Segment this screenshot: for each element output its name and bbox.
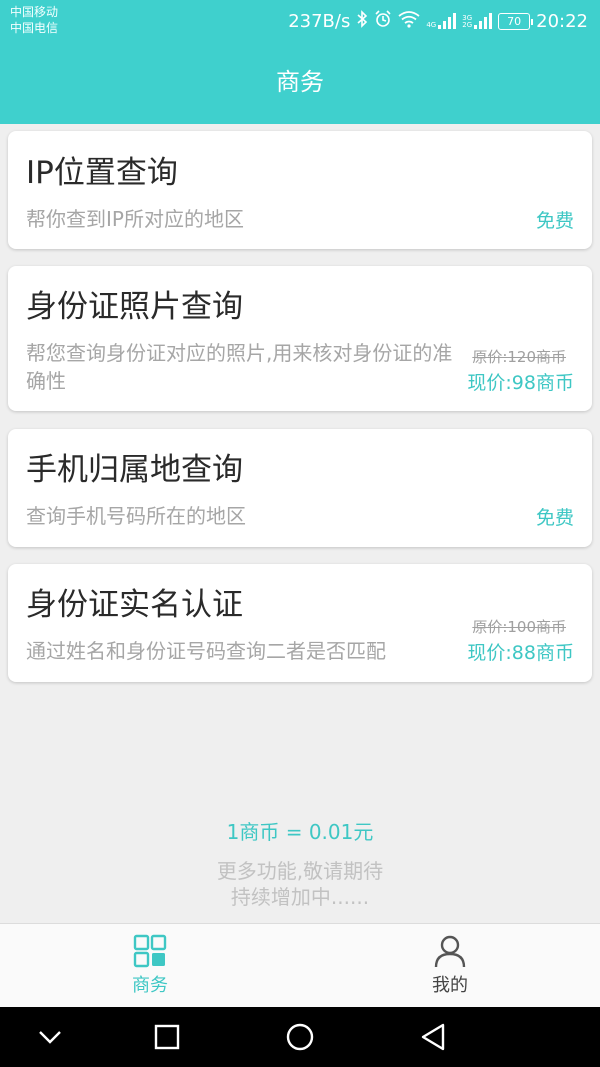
service-title: IP位置查询: [26, 155, 178, 191]
signal-4g-icon: 4G: [426, 13, 457, 29]
home-icon[interactable]: [284, 1021, 316, 1053]
service-card-id-verify[interactable]: 身份证实名认证 通过姓名和身份证号码查询二者是否匹配 原价:100商币 现价:8…: [8, 564, 592, 682]
service-price: 免费: [535, 210, 574, 232]
battery-icon: 70: [498, 12, 534, 30]
service-price: 免费: [535, 507, 574, 529]
grid-icon: [133, 934, 167, 968]
currency-rate: 1商币 = 0.01元: [226, 820, 374, 844]
service-original-price: 原价:120商币: [472, 348, 566, 366]
page-title: 商务: [276, 68, 324, 96]
system-nav-bar: [0, 1007, 600, 1067]
service-card-phone-location[interactable]: 手机归属地查询 查询手机号码所在的地区 免费: [8, 429, 592, 547]
service-card-id-photo[interactable]: 身份证照片查询 帮您查询身份证对应的照片,用来核对身份证的准确性 原价:120商…: [8, 266, 592, 411]
more-features-line-1: 更多功能,敬请期待: [216, 859, 384, 883]
service-price: 现价:98商币: [467, 372, 574, 394]
signal-3g-icon: 3G 2G: [462, 13, 493, 29]
service-title: 手机归属地查询: [26, 452, 243, 488]
tab-label: 商务: [132, 975, 168, 996]
bottom-tab-bar: 商务 我的: [0, 923, 600, 1007]
chevron-down-icon[interactable]: [34, 1021, 66, 1053]
service-title: 身份证实名认证: [26, 587, 243, 623]
tab-label: 我的: [432, 975, 468, 996]
net-speed: 237B/s: [288, 10, 351, 32]
status-indicators: 237B/s 4G 3G 2G 70 20:22: [288, 8, 588, 34]
clock: 20:22: [536, 10, 588, 32]
more-features-note: 更多功能,敬请期待 持续增加中......: [0, 858, 600, 910]
service-original-price: 原价:100商币: [472, 618, 566, 636]
back-icon[interactable]: [418, 1021, 450, 1053]
bluetooth-icon: [356, 9, 368, 33]
service-description: 帮你查到IP所对应的地区: [26, 207, 244, 231]
recent-apps-icon[interactable]: [151, 1021, 183, 1053]
carrier-1: 中国移动: [10, 5, 59, 19]
user-icon: [433, 934, 467, 968]
more-features-line-2: 持续增加中......: [230, 885, 370, 909]
alarm-icon: [374, 9, 392, 33]
service-card-ip-location[interactable]: IP位置查询 帮你查到IP所对应的地区 免费: [8, 131, 592, 249]
app-top-area: 中国移动 中国电信 237B/s 4G 3G 2G 70 20:22 商务: [0, 0, 600, 124]
tab-mine[interactable]: 我的: [300, 924, 600, 1007]
service-description: 通过姓名和身份证号码查询二者是否匹配: [26, 639, 386, 663]
carrier-2: 中国电信: [10, 21, 59, 35]
service-description: 查询手机号码所在的地区: [26, 504, 246, 528]
carrier-info: 中国移动 中国电信: [10, 4, 58, 36]
tab-business[interactable]: 商务: [0, 924, 300, 1007]
status-bar: 中国移动 中国电信 237B/s 4G 3G 2G 70 20:22: [0, 0, 600, 42]
service-description: 帮您查询身份证对应的照片,用来核对身份证的准确性: [26, 341, 453, 393]
network-2g-label: 2G: [462, 21, 473, 29]
service-title: 身份证照片查询: [26, 289, 243, 325]
wifi-icon: [398, 10, 420, 33]
service-price: 现价:88商币: [467, 642, 574, 664]
network-4g-label: 4G: [426, 21, 437, 29]
battery-level: 70: [507, 14, 522, 28]
